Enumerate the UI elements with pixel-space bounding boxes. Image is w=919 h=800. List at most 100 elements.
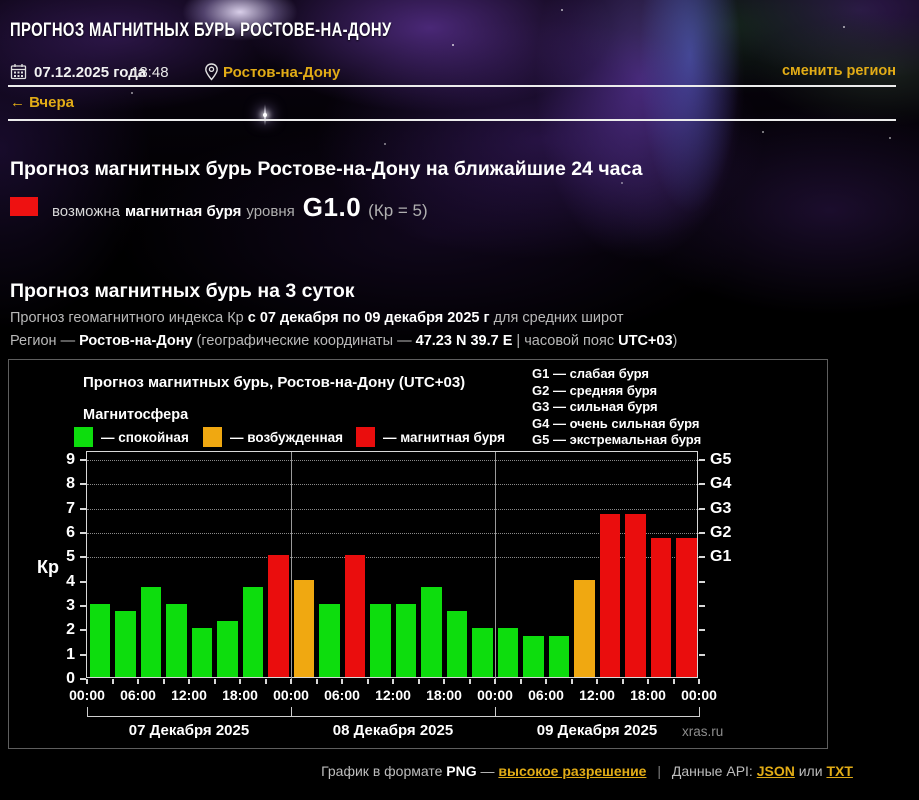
plot-area: 0123456789G1G2G3G4G500:0006:0012:0018:00… xyxy=(86,451,698,678)
change-region-link[interactable]: сменить регион xyxy=(782,63,896,79)
y-axis-label: 0 xyxy=(41,670,75,688)
y-axis-tick xyxy=(80,532,86,534)
kp-bar xyxy=(115,611,136,677)
x-axis-label: 18:00 xyxy=(630,687,666,703)
footer: График в формате PNG — высокое разрешени… xyxy=(255,763,919,779)
hires-link[interactable]: высокое разрешение xyxy=(498,763,646,779)
gridline xyxy=(87,484,699,485)
kp-bar xyxy=(421,587,442,677)
x-axis-tick xyxy=(443,679,445,684)
x-axis-tick xyxy=(469,679,471,684)
x-axis-label: 00:00 xyxy=(477,687,513,703)
x-axis-tick xyxy=(367,679,369,684)
kp-bar xyxy=(370,604,391,677)
divider xyxy=(8,85,896,87)
kp-bar xyxy=(600,514,621,677)
chart-legend-title: Магнитосфера xyxy=(83,407,188,423)
y-axis-tick-right xyxy=(699,532,705,534)
kp-bar xyxy=(268,555,289,677)
y-axis-tick xyxy=(80,654,86,656)
forecast-24h-heading: Прогноз магнитных бурь Ростове-на-Дону н… xyxy=(10,158,642,181)
y-axis-label: 6 xyxy=(41,524,75,542)
paren: ) xyxy=(673,333,678,349)
day-label: 09 Декабря 2025 xyxy=(537,722,657,739)
watermark: xras.ru xyxy=(682,724,723,739)
kp-bar xyxy=(217,621,238,677)
y-axis-tick-right xyxy=(699,654,705,656)
star xyxy=(561,9,563,11)
region-label: Регион — xyxy=(10,333,75,349)
x-axis-label: 00:00 xyxy=(681,687,717,703)
current-time: 18:48 xyxy=(131,64,169,81)
x-axis-tick xyxy=(596,679,598,684)
y-axis-label: 7 xyxy=(41,500,75,518)
gridline xyxy=(87,509,699,510)
g-level-line: G1 — слабая буря xyxy=(532,366,701,383)
storm-level-row: возможна магнитная буря уровня G1.0 (Кр … xyxy=(52,192,428,223)
day-label: 08 Декабря 2025 xyxy=(333,722,453,739)
star xyxy=(384,143,386,145)
day-bracket-tick xyxy=(495,707,496,717)
x-axis-tick xyxy=(494,679,496,684)
y-axis-tick xyxy=(80,508,86,510)
x-axis-label: 18:00 xyxy=(222,687,258,703)
storm-level-swatch xyxy=(10,197,38,216)
legend-label: — магнитная буря xyxy=(383,430,505,445)
legend-label: — спокойная xyxy=(101,430,189,445)
kp-note: (Кр = 5) xyxy=(368,201,428,221)
x-axis-tick xyxy=(188,679,190,684)
quiet-swatch xyxy=(74,427,93,447)
star xyxy=(762,131,764,133)
kp-bar xyxy=(651,538,672,677)
g-scale-legend: G1 — слабая буряG2 — средняя буряG3 — си… xyxy=(532,366,701,449)
y-axis-label: 1 xyxy=(41,646,75,664)
storm-name: магнитная буря xyxy=(125,203,241,220)
y-axis-tick-right xyxy=(699,508,705,510)
coords-label: (географические координаты — xyxy=(197,333,412,349)
divider xyxy=(8,119,896,121)
chart-box: Прогноз магнитных бурь, Ростов-на-Дону (… xyxy=(8,359,828,749)
storm-level-value: G1.0 xyxy=(303,192,361,223)
x-axis-tick xyxy=(341,679,343,684)
storm-swatch xyxy=(356,427,375,447)
star xyxy=(889,137,891,139)
x-axis-label: 12:00 xyxy=(171,687,207,703)
x-axis-label: 18:00 xyxy=(426,687,462,703)
x-axis-tick xyxy=(316,679,318,684)
g-axis-label: G5 xyxy=(710,451,731,469)
y-axis-tick-right xyxy=(699,581,705,583)
y-axis-tick xyxy=(80,581,86,583)
x-axis-tick xyxy=(86,679,88,684)
or-word: или xyxy=(799,763,823,779)
kp-bar xyxy=(192,628,213,677)
x-axis-tick xyxy=(265,679,267,684)
x-axis-tick xyxy=(163,679,165,684)
kp-bar xyxy=(549,636,570,677)
api-label: Данные API: xyxy=(672,763,753,779)
footer-format: PNG xyxy=(446,763,476,779)
y-axis-tick xyxy=(80,459,86,461)
x-axis-label: 06:00 xyxy=(324,687,360,703)
day-bracket-tick xyxy=(291,707,292,717)
gridline xyxy=(87,460,699,461)
day-bracket-tick xyxy=(699,707,700,717)
yesterday-link[interactable]: ← Вчера xyxy=(10,94,74,111)
y-axis-tick xyxy=(80,605,86,607)
kp-bar xyxy=(319,604,340,677)
star xyxy=(131,92,133,94)
txt-link[interactable]: TXT xyxy=(826,763,852,779)
calendar-icon xyxy=(10,63,27,84)
period-range: с 07 декабря по 09 декабря 2025 г xyxy=(248,310,490,326)
star xyxy=(621,182,623,184)
y-axis-tick-right xyxy=(699,605,705,607)
x-axis-label: 00:00 xyxy=(273,687,309,703)
city-link[interactable]: Ростов-на-Дону xyxy=(223,64,340,81)
json-link[interactable]: JSON xyxy=(757,763,795,779)
day-label: 07 Декабря 2025 xyxy=(129,722,249,739)
x-axis-tick xyxy=(418,679,420,684)
g-level-line: G3 — сильная буря xyxy=(532,399,701,416)
current-date: 07.12.2025 года xyxy=(34,64,146,81)
period-pre: Прогноз геомагнитного индекса Кр xyxy=(10,310,244,326)
location-pin-icon xyxy=(204,63,219,85)
coords-value: 47.23 N 39.7 E xyxy=(416,333,513,349)
